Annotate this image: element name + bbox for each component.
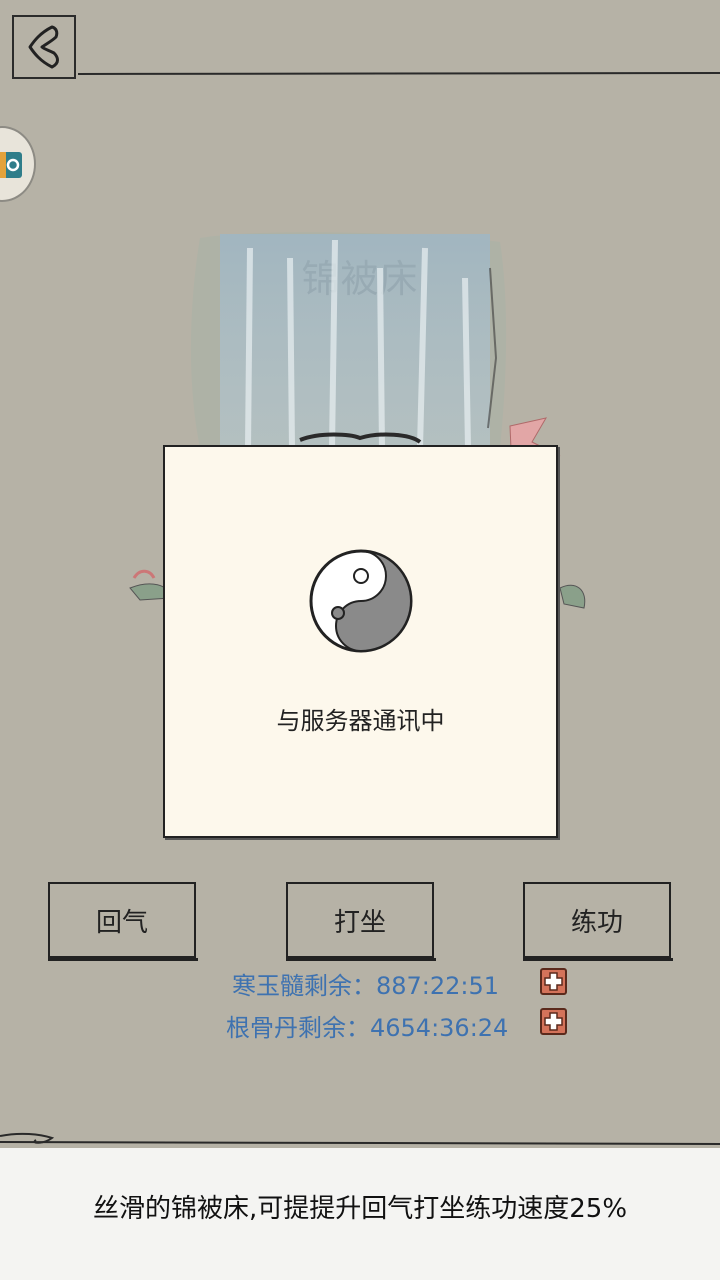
loading-message: 与服务器通讯中 — [276, 707, 445, 735]
loading-dialog: 与服务器通讯中 — [163, 445, 558, 838]
item-description: 丝滑的锦被床,可提提升回气打坐练功速度25% — [92, 1194, 628, 1224]
huiqi-button[interactable]: 回气 — [48, 882, 198, 961]
plus-icon — [544, 1012, 563, 1031]
hanyusui-remaining: 寒玉髓剩余：887:22:51 — [232, 972, 500, 1000]
tile-icon — [0, 152, 22, 178]
side-menu-badge[interactable] — [0, 126, 36, 202]
dazuo-button[interactable]: 打坐 — [286, 882, 436, 961]
plus-icon — [544, 972, 563, 991]
taiji-icon — [309, 549, 413, 653]
back-button[interactable] — [12, 15, 76, 79]
hanyusui-plus-button[interactable] — [540, 968, 567, 995]
gengudan-plus-button[interactable] — [540, 1008, 567, 1035]
liangong-button[interactable]: 练功 — [523, 882, 673, 961]
ink-divider-top — [78, 72, 720, 75]
back-arrow-icon — [28, 25, 59, 69]
gengudan-remaining: 根骨丹剩余：4654:36:24 — [226, 1014, 509, 1042]
